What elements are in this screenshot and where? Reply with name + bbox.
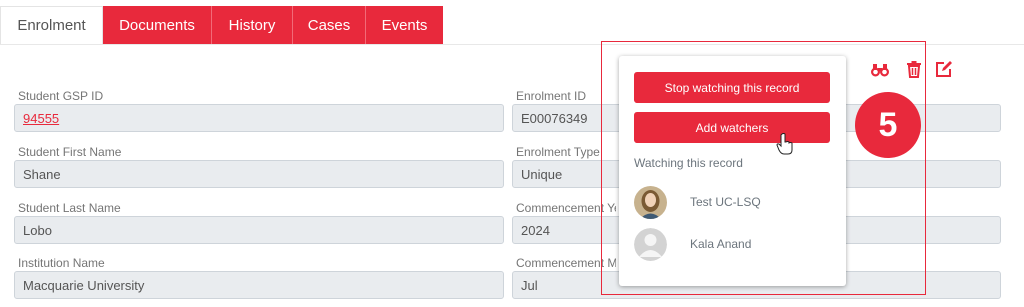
watcher-name: Test UC-LSQ [690,195,761,209]
institution-name-field: Macquarie University [14,271,504,299]
tab-documents[interactable]: Documents [103,6,211,44]
student-gsp-id-field: 94555 [14,104,504,132]
step-number-badge: 5 [855,92,921,158]
student-gsp-id-label: Student GSP ID [18,89,104,103]
add-watchers-button[interactable]: Add watchers [634,112,830,143]
tab-enrolment[interactable]: Enrolment [0,6,103,44]
tab-history[interactable]: History [212,6,292,44]
student-last-name-field: Lobo [14,216,504,244]
student-first-name-label: Student First Name [18,145,122,159]
student-first-name-field: Shane [14,160,504,188]
hand-cursor-icon [776,133,794,155]
student-gsp-id-link[interactable]: 94555 [23,111,59,126]
edit-icon[interactable] [935,60,953,78]
institution-name-label: Institution Name [18,256,105,270]
tab-bar: Enrolment Documents History Cases Events [0,6,443,44]
tab-cases[interactable]: Cases [293,6,365,44]
avatar [634,228,667,261]
student-last-name-label: Student Last Name [18,201,121,215]
watch-popup: Stop watching this record Add watchers W… [619,56,846,286]
stop-watching-button[interactable]: Stop watching this record [634,72,830,103]
avatar [634,186,667,219]
watching-heading: Watching this record [634,156,743,170]
tab-events[interactable]: Events [366,6,443,44]
watcher-name: Kala Anand [690,237,752,251]
